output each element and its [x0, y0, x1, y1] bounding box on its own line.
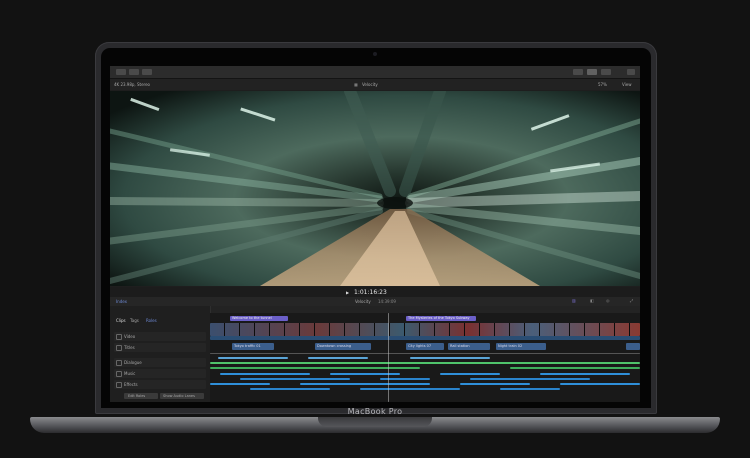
- effects-clip[interactable]: [470, 378, 590, 380]
- checkbox[interactable]: [116, 345, 122, 351]
- effects-clip[interactable]: [500, 388, 560, 390]
- film-icon: ■: [354, 82, 358, 87]
- checkbox[interactable]: [116, 371, 122, 377]
- solo-icon[interactable]: ◎: [606, 298, 610, 303]
- tab-clips[interactable]: Clips: [116, 318, 126, 323]
- audio-skimming-icon[interactable]: ▥: [572, 298, 576, 303]
- effects-clip[interactable]: [250, 388, 330, 390]
- effects-clip[interactable]: [300, 383, 430, 385]
- brand-label: MacBook Pro: [347, 407, 403, 416]
- layout-button-1[interactable]: [573, 69, 583, 75]
- timeline-index-sidebar: Clips Tags Roles Video Titles Dialogue M…: [110, 306, 211, 402]
- role-label: Titles: [124, 345, 135, 350]
- role-label: Music: [124, 371, 136, 376]
- effects-clip[interactable]: [460, 383, 530, 385]
- show-audio-lanes-button[interactable]: Show Audio Lanes: [160, 393, 204, 399]
- effects-clip[interactable]: [360, 388, 460, 390]
- share-button[interactable]: [627, 69, 635, 75]
- role-label: Video: [124, 334, 136, 339]
- top-toolbar: [110, 66, 640, 79]
- checkbox[interactable]: [116, 334, 122, 340]
- storyline-audio[interactable]: [210, 336, 640, 340]
- effects-clip[interactable]: [440, 373, 500, 375]
- checkbox[interactable]: [116, 382, 122, 388]
- view-menu[interactable]: View: [622, 82, 632, 87]
- connected-clip[interactable]: Tokyo traffic 01: [232, 343, 274, 350]
- title-clip[interactable]: Welcome to the tunnel: [230, 316, 288, 321]
- snapping-icon[interactable]: ◧: [590, 298, 594, 303]
- zoom-menu[interactable]: 57%: [598, 82, 607, 87]
- dialogue-clip[interactable]: [218, 357, 288, 359]
- play-icon[interactable]: ▶: [346, 290, 349, 295]
- dialogue-clip[interactable]: [410, 357, 490, 359]
- connected-clip[interactable]: City lights 07: [406, 343, 444, 350]
- music-clip[interactable]: [510, 367, 640, 369]
- role-row-video[interactable]: Video: [114, 332, 206, 341]
- tab-tags[interactable]: Tags: [130, 318, 139, 323]
- viewer-info-bar: 4K 23.98p, Stereo ■ Velocity 57% View: [110, 79, 640, 90]
- connected-clip[interactable]: Rail station: [448, 343, 490, 350]
- role-row-dialogue[interactable]: Dialogue: [114, 358, 206, 367]
- role-row-effects[interactable]: Effects: [114, 380, 206, 389]
- timeline[interactable]: Welcome to the tunnel The Mysteries of t…: [210, 313, 640, 402]
- clip-dividers: [210, 323, 640, 336]
- role-row-titles[interactable]: Titles: [114, 343, 206, 352]
- camera-icon: [373, 52, 377, 56]
- role-label: Dialogue: [124, 360, 142, 365]
- timeline-project-name: Velocity: [355, 299, 371, 304]
- back-button[interactable]: [116, 69, 126, 75]
- tunnel-frame: [110, 91, 640, 286]
- checkbox[interactable]: [116, 360, 122, 366]
- layout-button-3[interactable]: [601, 69, 611, 75]
- role-label: Effects: [124, 382, 138, 387]
- video-viewer[interactable]: [110, 91, 640, 286]
- expand-icon[interactable]: ⤢: [630, 298, 633, 303]
- effects-clip[interactable]: [240, 378, 350, 380]
- connected-clip[interactable]: Downtown crossing: [315, 343, 371, 350]
- effects-clip[interactable]: [560, 383, 640, 385]
- dialogue-clip[interactable]: [308, 357, 368, 359]
- timecode-display[interactable]: 1:01:16:23: [354, 289, 387, 296]
- transport-bar: ▶ 1:01:16:23: [110, 287, 640, 297]
- effects-clip[interactable]: [330, 373, 400, 375]
- playhead[interactable]: [388, 313, 389, 402]
- index-button[interactable]: Index: [116, 299, 127, 304]
- lane-divider: [210, 353, 640, 354]
- project-name: Velocity: [362, 82, 378, 87]
- forward-button[interactable]: [129, 69, 139, 75]
- timeline-toolbar: Index Velocity 14:39:09 ▥ ◧ ◎ ⤢: [110, 297, 640, 306]
- title-clip[interactable]: The Mysteries of the Tokyo Subway: [406, 316, 476, 321]
- library-button[interactable]: [142, 69, 152, 75]
- format-label: 4K 23.98p, Stereo: [114, 82, 151, 87]
- timeline-duration: 14:39:09: [378, 299, 396, 304]
- edit-roles-button[interactable]: Edit Roles: [124, 393, 158, 399]
- laptop-notch: [318, 417, 432, 427]
- connected-clip[interactable]: Night train 02: [496, 343, 546, 350]
- layout-button-2[interactable]: [587, 69, 597, 75]
- effects-clip[interactable]: [540, 373, 630, 375]
- effects-clip[interactable]: [220, 373, 310, 375]
- music-clip[interactable]: [210, 362, 640, 364]
- app-screen: 4K 23.98p, Stereo ■ Velocity 57% View ▶ …: [110, 66, 640, 402]
- effects-clip[interactable]: [210, 383, 270, 385]
- role-row-music[interactable]: Music: [114, 369, 206, 378]
- connected-clip[interactable]: [626, 343, 640, 350]
- tab-roles[interactable]: Roles: [146, 318, 157, 323]
